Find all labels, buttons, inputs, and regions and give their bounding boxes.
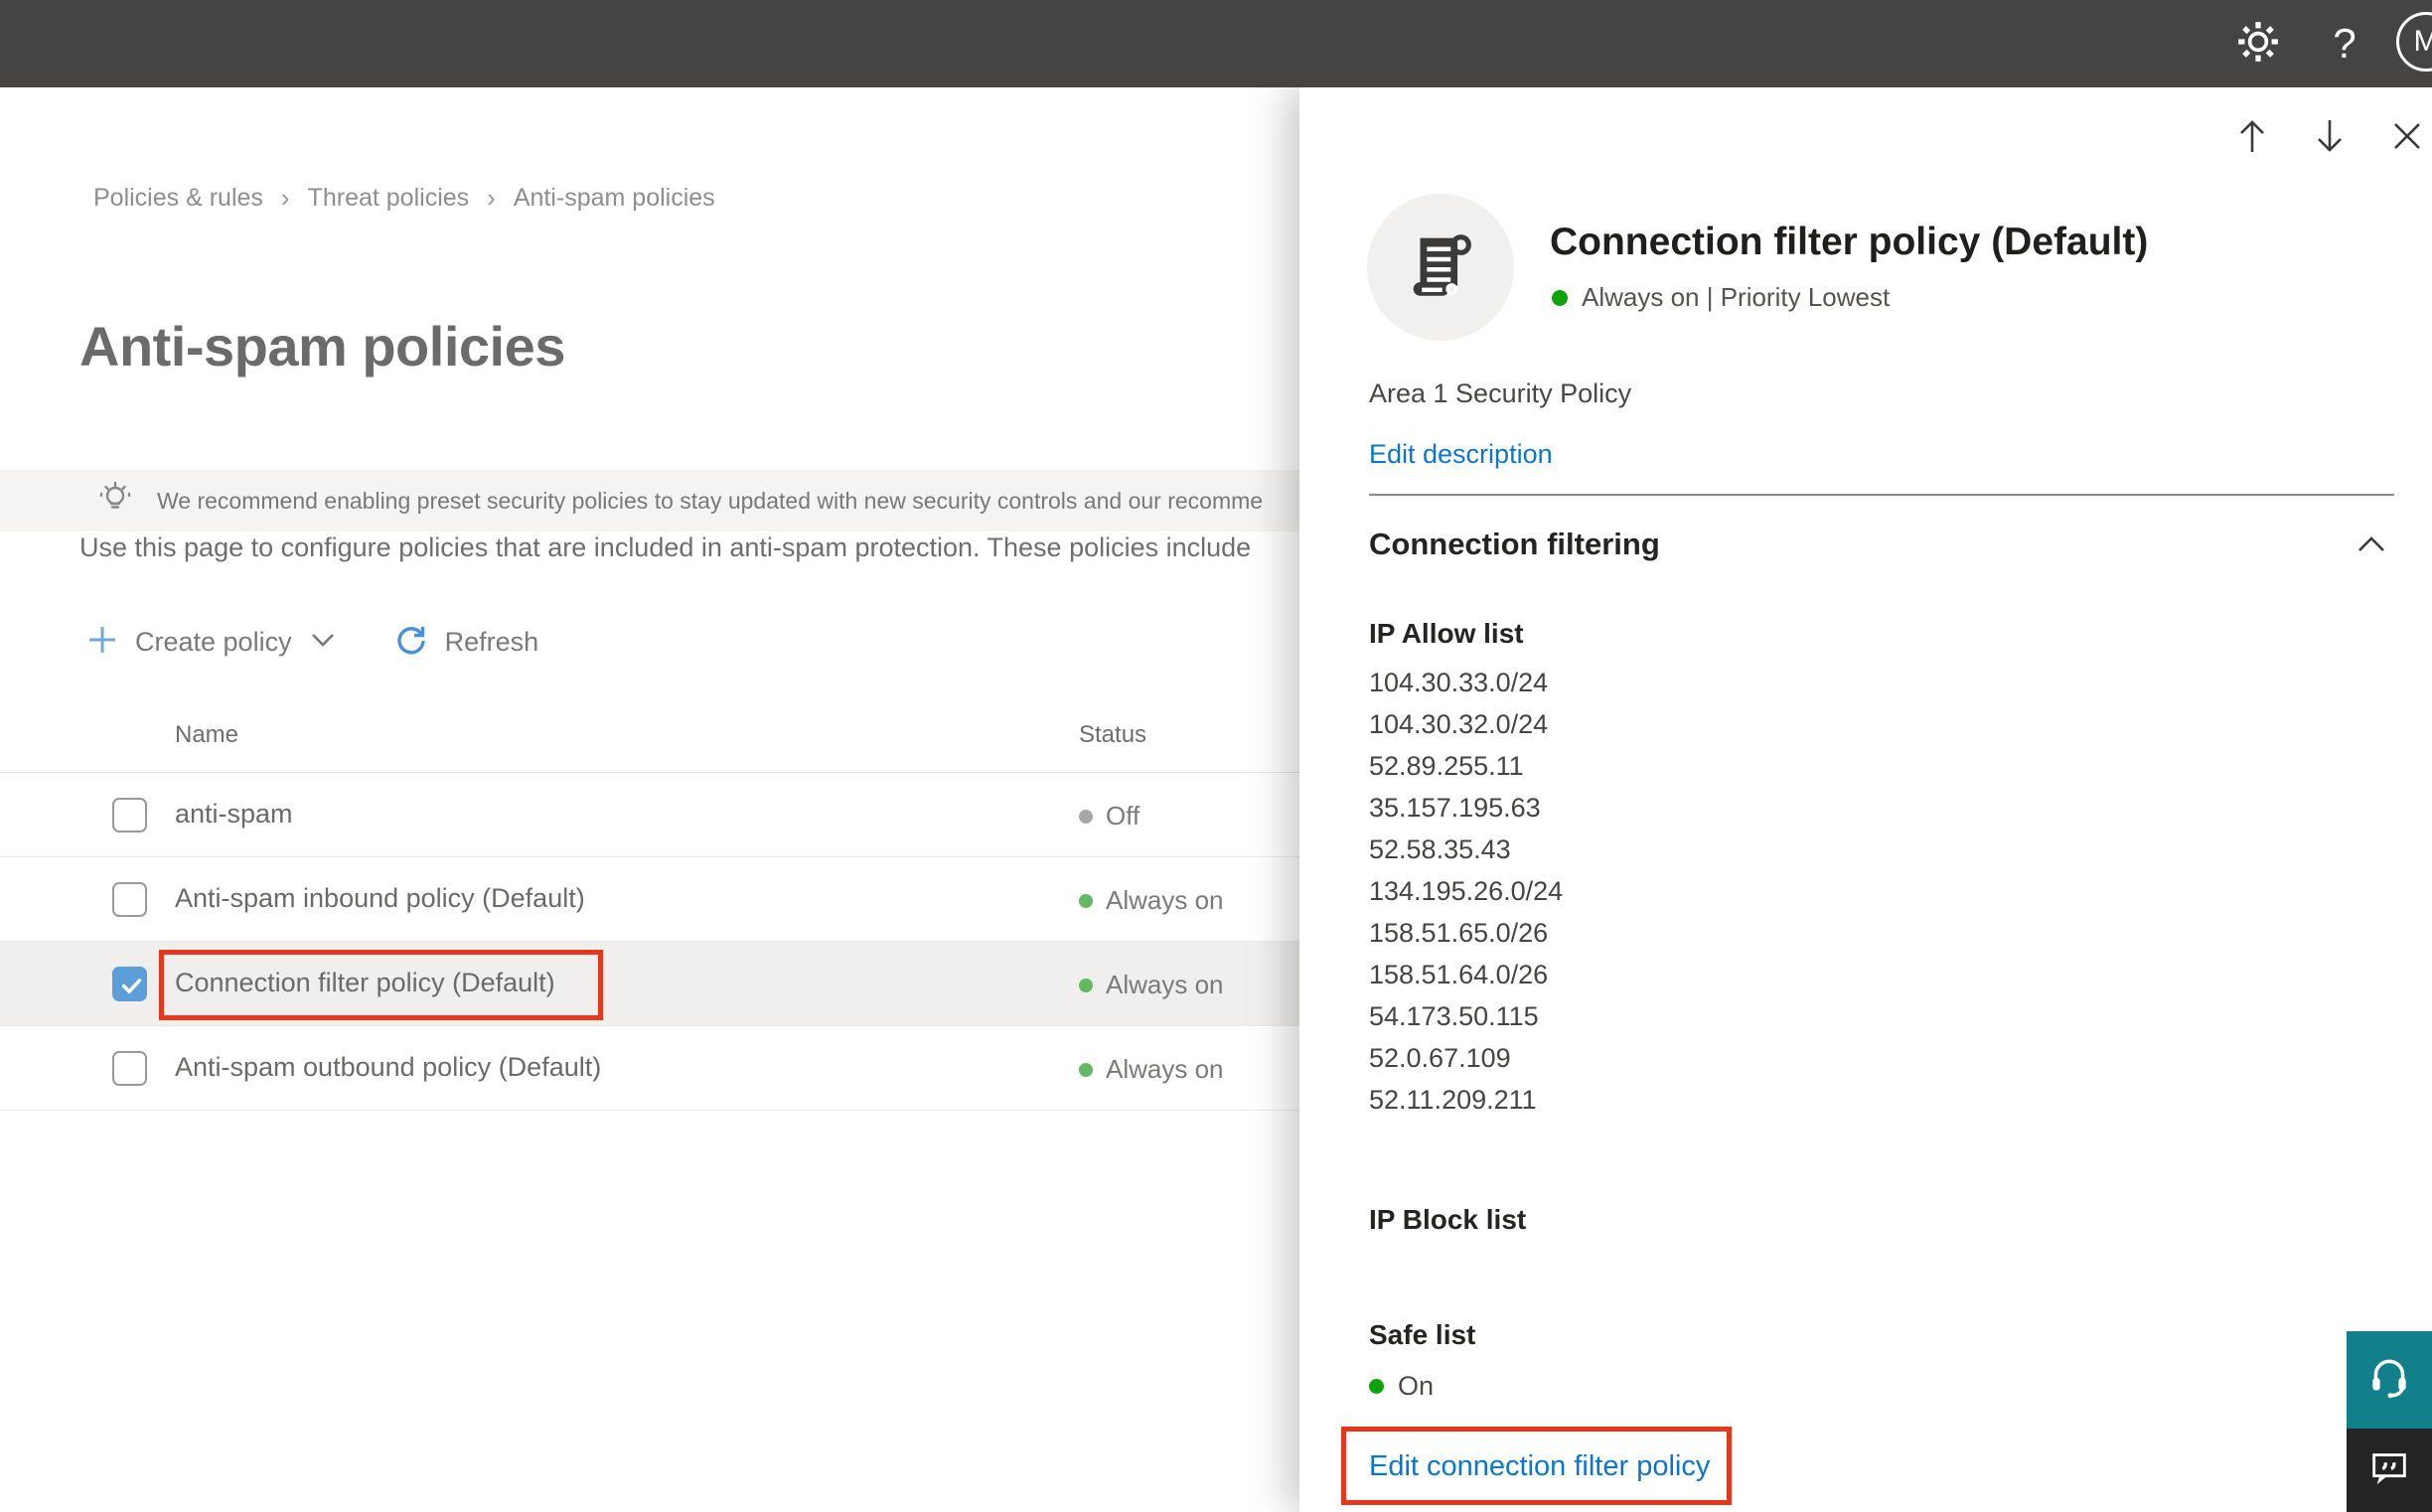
- status-label: Always on: [1106, 970, 1224, 999]
- feedback-button[interactable]: [2347, 1429, 2432, 1512]
- settings-button[interactable]: [2226, 0, 2290, 87]
- support-button[interactable]: [2347, 1331, 2432, 1429]
- policy-description: Area 1 Security Policy: [1369, 378, 1632, 408]
- refresh-icon: [393, 622, 429, 663]
- help-button[interactable]: ?: [2313, 0, 2376, 87]
- lightbulb-icon: [95, 479, 135, 524]
- ip-address: 52.89.255.11: [1369, 751, 1524, 781]
- ip-address: 54.173.50.115: [1369, 1001, 1539, 1031]
- plus-icon: [85, 623, 119, 662]
- policy-status: Always on: [1079, 885, 1224, 916]
- policy-name: Anti-spam inbound policy (Default): [175, 883, 585, 913]
- status-dot-icon: [1079, 1062, 1093, 1077]
- next-item-button[interactable]: [2307, 115, 2353, 161]
- collapse-section-button[interactable]: [2349, 529, 2394, 564]
- policy-name: Connection filter policy (Default): [175, 968, 555, 997]
- scroll-policy-icon: [1400, 225, 1481, 311]
- status-dot-icon: [1079, 893, 1093, 908]
- ip-address: 134.195.26.0/24: [1369, 876, 1564, 906]
- flyout-status-label: Always on | Priority Lowest: [1582, 282, 1891, 312]
- policy-status: Always on: [1079, 970, 1224, 1000]
- safe-list-status: On: [1369, 1371, 1434, 1402]
- create-policy-label: Create policy: [135, 626, 292, 657]
- ip-address: 104.30.33.0/24: [1369, 668, 1549, 697]
- safe-list-value: On: [1398, 1371, 1435, 1401]
- ip-address: 52.58.35.43: [1369, 834, 1511, 864]
- feedback-bubble-icon: [2366, 1445, 2412, 1496]
- ip-allow-list-label: IP Allow list: [1369, 618, 1524, 649]
- arrow-down-icon: [2310, 114, 2350, 163]
- status-dot-icon: [1369, 1379, 1384, 1394]
- policy-status: Off: [1079, 801, 1140, 832]
- account-avatar[interactable]: M: [2396, 12, 2432, 72]
- status-label: Always on: [1106, 1054, 1224, 1084]
- ip-address: 104.30.32.0/24: [1369, 709, 1549, 739]
- connection-filtering-heading: Connection filtering: [1369, 527, 1660, 561]
- previous-item-button[interactable]: [2229, 115, 2275, 161]
- status-label: Off: [1106, 801, 1140, 831]
- arrow-up-icon: [2232, 114, 2272, 163]
- row-checkbox[interactable]: [112, 882, 147, 917]
- breadcrumb: Policies & rules › Threat policies › Anti-sp…: [93, 183, 715, 214]
- refresh-label: Refresh: [444, 626, 539, 657]
- top-app-bar: ? M: [0, 0, 2432, 87]
- flyout-title: Connection filter policy (Default): [1550, 221, 2149, 263]
- ip-allow-list-values: 104.30.33.0/24 104.30.32.0/24 52.89.255.11…: [1369, 662, 1563, 1121]
- safe-list-label: Safe list: [1369, 1319, 1476, 1350]
- ip-address: 35.157.195.63: [1369, 793, 1541, 823]
- status-dot-icon: [1079, 809, 1093, 824]
- refresh-button[interactable]: Refresh: [393, 622, 539, 663]
- breadcrumb-item[interactable]: Threat policies: [308, 184, 470, 213]
- status-dot-icon: [1079, 978, 1093, 992]
- row-checkbox[interactable]: [112, 967, 147, 1001]
- page-description: Use this page to configure policies that…: [79, 532, 1252, 562]
- breadcrumb-item: Anti-spam policies: [513, 184, 715, 212]
- page-title: Anti-spam policies: [79, 315, 565, 378]
- column-header-status[interactable]: Status: [1079, 721, 1146, 749]
- row-checkbox[interactable]: [112, 1051, 147, 1086]
- policy-status: Always on: [1079, 1054, 1224, 1085]
- close-flyout-button[interactable]: [2384, 115, 2430, 161]
- ip-address: 52.0.67.109: [1369, 1043, 1511, 1073]
- close-icon: [2389, 118, 2425, 159]
- chevron-right-icon: ›: [280, 183, 290, 213]
- divider: [1369, 494, 2394, 496]
- status-label: Always on: [1106, 885, 1224, 915]
- policy-details-flyout: Connection filter policy (Default) Alway…: [1299, 87, 2432, 1512]
- toolbar: Create policy Refresh: [85, 614, 538, 670]
- help-icon: ?: [2333, 20, 2356, 67]
- policy-avatar: [1367, 194, 1514, 341]
- row-checkbox[interactable]: [112, 798, 147, 832]
- chevron-up-icon: [2356, 533, 2387, 560]
- ip-address: 52.11.209.211: [1369, 1085, 1537, 1115]
- edit-connection-filter-policy-link[interactable]: Edit connection filter policy: [1369, 1450, 1710, 1483]
- breadcrumb-item[interactable]: Policies & rules: [93, 184, 263, 213]
- ip-address: 158.51.64.0/26: [1369, 960, 1549, 989]
- chevron-down-icon: [310, 631, 336, 654]
- ip-address: 158.51.65.0/26: [1369, 918, 1549, 948]
- gear-icon: [2235, 19, 2281, 70]
- chevron-right-icon: ›: [487, 183, 496, 213]
- flyout-status: Always on | Priority Lowest: [1552, 282, 1890, 313]
- edit-description-link[interactable]: Edit description: [1369, 439, 1553, 470]
- policy-name: anti-spam: [175, 799, 293, 829]
- headset-icon: [2364, 1353, 2414, 1408]
- status-dot-icon: [1552, 289, 1568, 306]
- ip-block-list-label: IP Block list: [1369, 1204, 1527, 1235]
- banner-text: We recommend enabling preset security po…: [157, 487, 1264, 514]
- create-policy-button[interactable]: Create policy: [85, 623, 336, 662]
- column-header-name[interactable]: Name: [175, 721, 238, 749]
- policy-name: Anti-spam outbound policy (Default): [175, 1052, 602, 1082]
